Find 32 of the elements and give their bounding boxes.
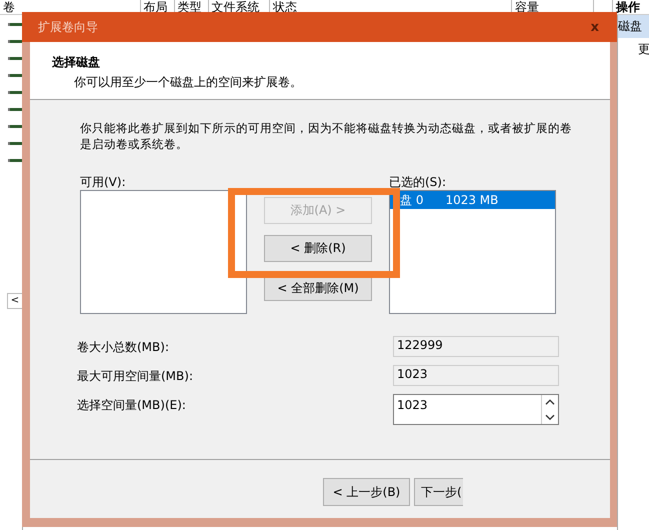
- volume-icon: [8, 57, 22, 60]
- list-label: 已选的(S):: [389, 174, 448, 190]
- field-label: 最大可用空间量(MB):: [77, 368, 194, 385]
- volume-icon: [8, 108, 22, 111]
- page-heading: 选择磁盘: [52, 54, 101, 71]
- list-item[interactable]: 盘 0 1023 MB: [390, 191, 555, 209]
- volume-icon: [8, 91, 22, 94]
- action-item[interactable]: 更: [618, 38, 649, 61]
- volume-icon: [8, 40, 22, 43]
- column-header: 操作: [614, 0, 642, 14]
- list-button[interactable]: < 删除(R): [264, 235, 372, 262]
- selected-list[interactable]: 盘 0 1023 MB: [389, 190, 556, 314]
- nav-button[interactable]: 下一步(: [414, 478, 463, 506]
- page-subheading: 你可以用至少一个磁盘上的空间来扩展卷。: [74, 74, 303, 91]
- list-button[interactable]: < 全部删除(M): [264, 276, 372, 301]
- readonly-field: 122999: [393, 336, 559, 357]
- readonly-field: 1023: [393, 365, 559, 386]
- intro-text: 你只能将此卷扩展到如下所示的可用空间，因为不能将磁盘转换为动态磁盘，或者被扩展的卷是启动卷或系统卷。: [80, 120, 573, 152]
- volume-icon: [8, 125, 22, 128]
- volume-icon: [8, 142, 22, 145]
- input-field[interactable]: 1023: [393, 394, 559, 425]
- field-label: 选择空间量(MB)(E):: [77, 397, 187, 414]
- list-label: 可用(V):: [80, 174, 127, 190]
- available-list[interactable]: [80, 190, 247, 314]
- nav-button[interactable]: < 上一步(B): [323, 478, 410, 506]
- window-title: 扩展卷向导: [38, 18, 98, 36]
- field-label: 卷大小总数(MB):: [77, 339, 170, 356]
- scroll-left-button[interactable]: <: [7, 293, 23, 309]
- action-item[interactable]: 磁盘: [618, 15, 649, 38]
- volume-icon: [8, 74, 22, 77]
- volume-icon: [8, 23, 22, 26]
- volume-icon: [8, 159, 22, 162]
